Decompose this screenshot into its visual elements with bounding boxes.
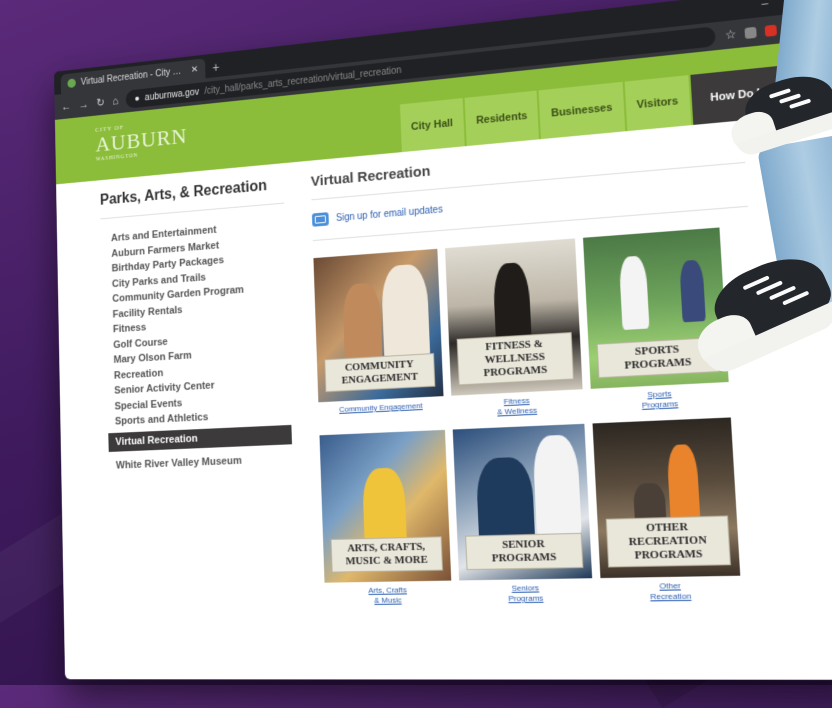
program-card[interactable]: COMMUNITY ENGAGEMENT Community Engagemen… xyxy=(313,248,444,426)
nav-visitors[interactable]: Visitors xyxy=(624,75,691,132)
auburn-logo[interactable]: CITY OF AUBURN WASHINGTON xyxy=(95,117,188,163)
nav-businesses[interactable]: Businesses xyxy=(539,81,625,140)
extensions: ☆ xyxy=(725,18,818,42)
lock-icon: ● xyxy=(134,93,140,104)
scene: Virtual Recreation - City of Aubu... ✕ +… xyxy=(0,0,832,685)
card-label: SENIOR PROGRAMS xyxy=(465,532,584,571)
back-icon[interactable]: ← xyxy=(61,99,71,113)
forward-icon[interactable]: → xyxy=(79,97,89,111)
home-icon[interactable]: ⌂ xyxy=(112,94,118,107)
program-card[interactable]: OTHER RECREATION PROGRAMS Other Recreati… xyxy=(592,417,742,603)
browser-window: Virtual Recreation - City of Aubu... ✕ +… xyxy=(54,0,832,680)
extension-icon[interactable] xyxy=(805,19,818,33)
star-icon[interactable]: ☆ xyxy=(725,27,737,42)
mail-icon xyxy=(311,212,329,227)
program-card[interactable]: SPORTS PROGRAMS Sports Programs xyxy=(583,227,730,413)
sidebar-list: Arts and Entertainment Auburn Farmers Ma… xyxy=(101,217,293,474)
window-controls[interactable]: –▢ xyxy=(761,0,814,10)
url-host: auburnwa.gov xyxy=(144,86,200,103)
reload-icon[interactable]: ↻ xyxy=(96,96,105,109)
page-content: Parks, Arts, & Recreation Arts and Enter… xyxy=(56,112,832,680)
program-card[interactable]: FITNESS & WELLNESS PROGRAMS Fitness & We… xyxy=(445,238,584,419)
new-tab-button[interactable]: + xyxy=(212,57,220,78)
card-caption-link[interactable]: Fitness & Wellness xyxy=(497,396,538,418)
program-card[interactable]: ARTS, CRAFTS, MUSIC & MORE Arts, Crafts … xyxy=(319,429,452,607)
card-caption-link[interactable]: Arts, Crafts & Music xyxy=(368,585,407,606)
nav-how-do-i[interactable]: How Do I... xyxy=(690,65,791,125)
card-caption-link[interactable]: Sports Programs xyxy=(641,389,679,411)
card-caption-link[interactable]: Seniors Programs xyxy=(508,583,544,604)
card-label: OTHER RECREATION PROGRAMS xyxy=(605,515,731,568)
program-grid: COMMUNITY ENGAGEMENT Community Engagemen… xyxy=(313,225,772,606)
nav-city-hall[interactable]: City Hall xyxy=(399,98,465,153)
sidebar-title: Parks, Arts, & Recreation xyxy=(99,176,285,220)
nav-residents[interactable]: Residents xyxy=(464,90,540,147)
card-label: FITNESS & WELLNESS PROGRAMS xyxy=(456,332,574,386)
sidebar: Parks, Arts, & Recreation Arts and Enter… xyxy=(99,176,293,474)
main-content: Virtual Recreation Sign up for email upd… xyxy=(310,134,773,607)
extension-icon[interactable] xyxy=(744,26,757,39)
other-recreation-photo[interactable]: OTHER RECREATION PROGRAMS xyxy=(592,417,741,579)
photo-figure xyxy=(532,434,582,539)
close-tab-icon[interactable]: ✕ xyxy=(191,64,199,75)
card-caption-link[interactable]: Other Recreation xyxy=(649,581,692,603)
favicon-icon xyxy=(67,78,76,89)
extension-icon[interactable] xyxy=(764,24,777,37)
sports-photo[interactable]: SPORTS PROGRAMS xyxy=(583,227,729,389)
card-caption-link[interactable]: Community Engagement xyxy=(339,401,423,425)
arts-photo[interactable]: ARTS, CRAFTS, MUSIC & MORE xyxy=(319,429,452,583)
photo-figure xyxy=(679,259,706,323)
card-label: ARTS, CRAFTS, MUSIC & MORE xyxy=(330,536,444,573)
photo-figure xyxy=(380,263,431,364)
signup-text: Sign up for email updates xyxy=(335,204,444,224)
program-card[interactable]: SENIOR PROGRAMS Seniors Programs xyxy=(452,423,594,605)
fitness-photo[interactable]: FITNESS & WELLNESS PROGRAMS xyxy=(445,238,583,396)
sidebar-item-museum[interactable]: White River Valley Museum xyxy=(116,451,293,474)
photo-figure xyxy=(618,255,650,331)
extension-icon[interactable] xyxy=(784,21,798,35)
card-label: SPORTS PROGRAMS xyxy=(596,336,720,379)
community-photo[interactable]: COMMUNITY ENGAGEMENT xyxy=(313,248,444,403)
senior-photo[interactable]: SENIOR PROGRAMS xyxy=(452,423,593,581)
card-label: COMMUNITY ENGAGEMENT xyxy=(324,353,436,393)
